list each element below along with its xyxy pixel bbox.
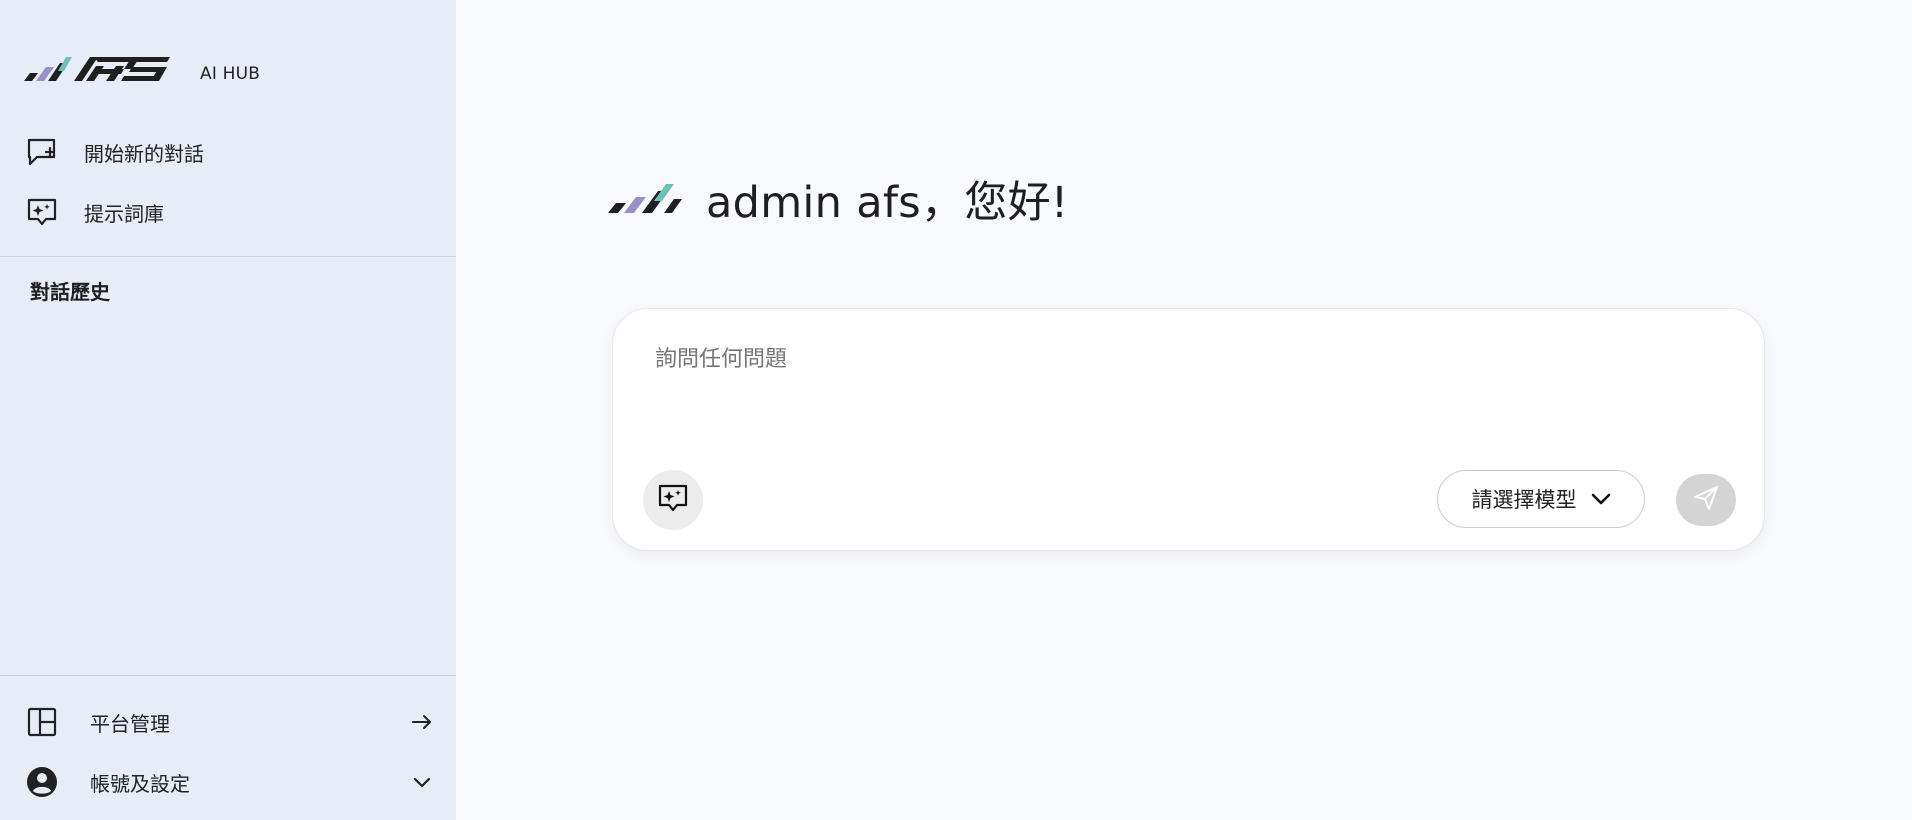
account-settings-label: 帳號及設定 — [90, 771, 190, 796]
new-chat-icon — [24, 134, 60, 170]
account-circle-icon — [24, 764, 60, 800]
greeting-text: admin afs，您好! — [706, 178, 1069, 228]
sidebar: AI HUB 開始新的對話 提示詞庫 對話歷史 平台管理 帳號及設定 — [0, 0, 456, 820]
platform-admin-label: 平台管理 — [90, 711, 170, 736]
send-icon — [1692, 484, 1720, 516]
model-select-label: 請選擇模型 — [1471, 488, 1577, 512]
sidebar-divider-top — [0, 256, 456, 257]
layout-icon — [24, 704, 60, 740]
greeting: admin afs，您好! — [608, 168, 1068, 230]
history-title: 對話歷史 — [30, 280, 110, 304]
prompt-library-icon — [657, 482, 689, 518]
logo-subtitle: AI HUB — [200, 64, 261, 84]
chat-composer: 請選擇模型 — [612, 308, 1765, 551]
prompt-library-label: 提示詞庫 — [84, 201, 164, 226]
new-chat-button[interactable]: 開始新的對話 — [24, 134, 204, 170]
account-settings-button[interactable]: 帳號及設定 — [24, 764, 434, 800]
arrow-right-icon — [410, 710, 434, 734]
afs-logo-icon — [24, 54, 194, 84]
chevron-down-icon — [410, 770, 434, 794]
sidebar-divider-bottom — [0, 675, 456, 676]
afs-mark-icon — [608, 179, 682, 219]
prompt-library-button[interactable]: 提示詞庫 — [24, 194, 164, 230]
send-button[interactable] — [1676, 474, 1736, 526]
prompt-library-icon — [24, 194, 60, 230]
platform-admin-button[interactable]: 平台管理 — [24, 704, 434, 740]
chat-input[interactable] — [653, 339, 1717, 433]
new-chat-label: 開始新的對話 — [84, 141, 204, 166]
logo[interactable]: AI HUB — [24, 50, 260, 84]
model-select[interactable]: 請選擇模型 — [1437, 470, 1645, 528]
chevron-down-icon — [1591, 492, 1611, 506]
prompt-library-quick-button[interactable] — [643, 470, 703, 530]
